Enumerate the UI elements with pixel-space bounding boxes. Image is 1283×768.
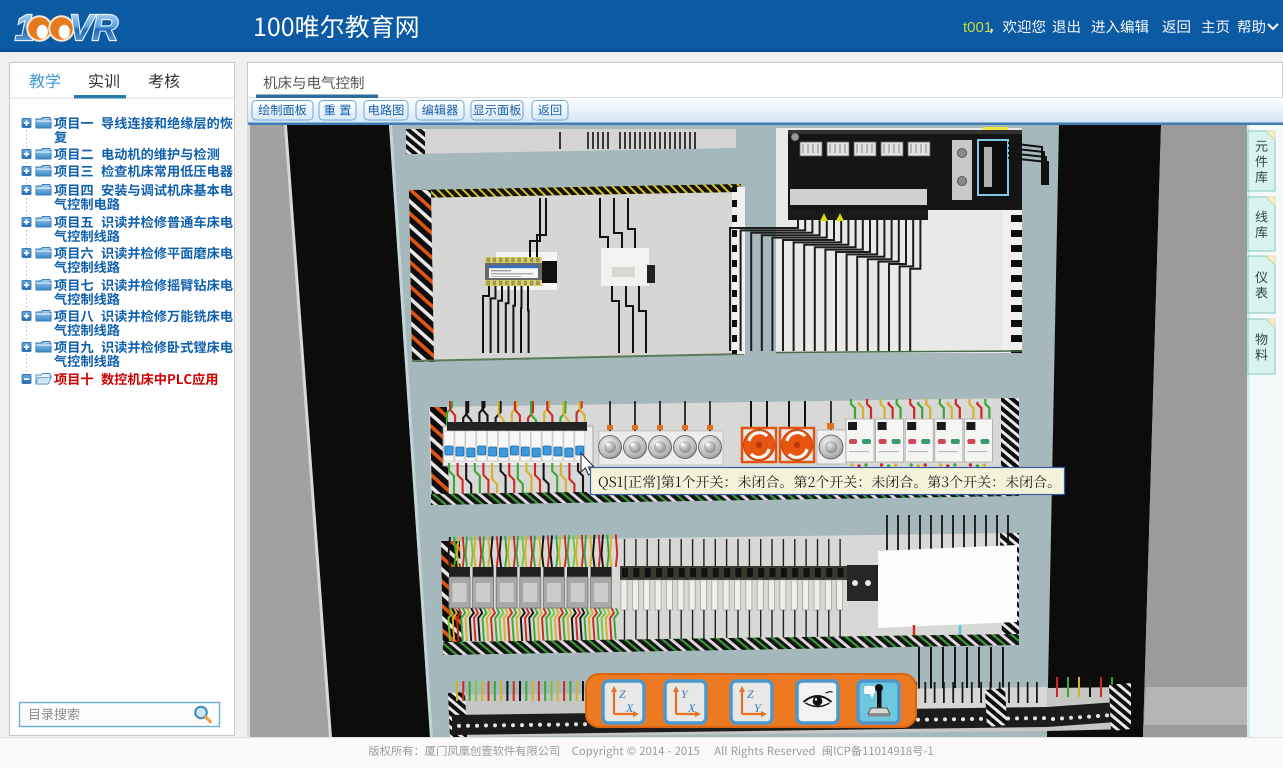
svg-text:X: X — [625, 701, 634, 715]
svg-text:Z: Z — [747, 687, 754, 701]
svg-text:X: X — [687, 701, 696, 715]
svg-text:VR: VR — [69, 7, 118, 48]
svg-text:t001: t001 — [963, 19, 992, 36]
svg-text:Z: Z — [619, 687, 626, 701]
